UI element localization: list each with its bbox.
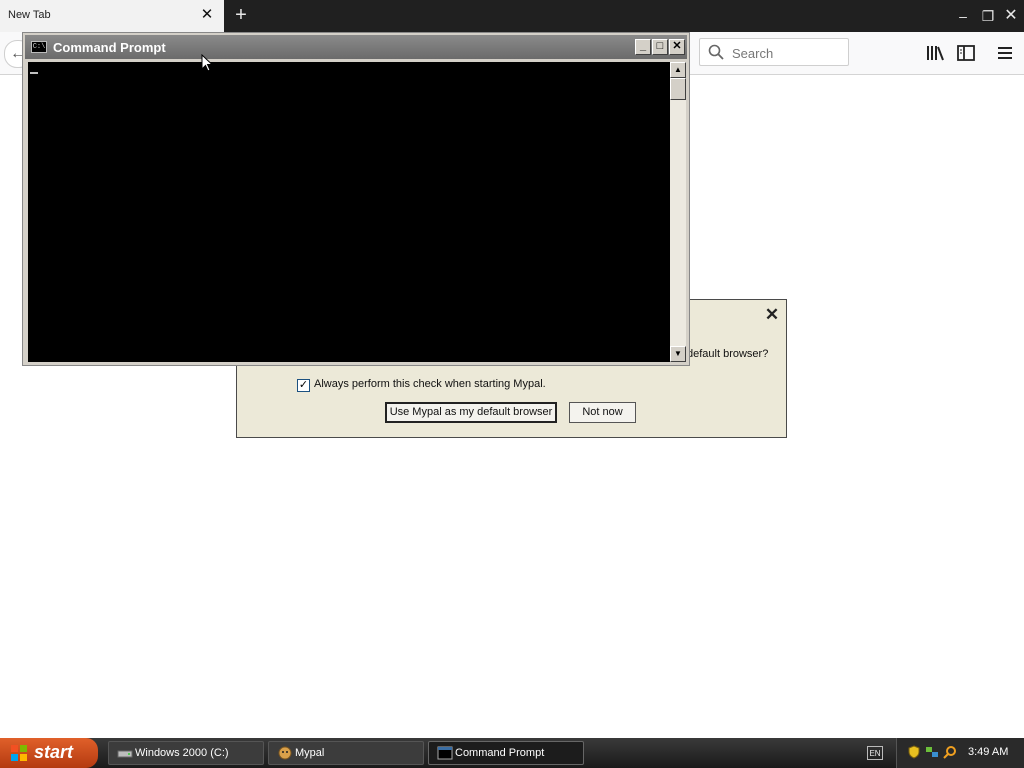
tab-new-tab[interactable]: New Tab ✕ bbox=[0, 0, 224, 32]
sidebar-icon[interactable] bbox=[955, 42, 977, 64]
cmd-scrollbar[interactable]: ▲ ▼ bbox=[670, 62, 686, 362]
cmd-console[interactable] bbox=[28, 62, 670, 362]
text-cursor bbox=[30, 72, 38, 74]
tab-close-icon[interactable]: ✕ bbox=[198, 6, 216, 24]
browser-minimize-button[interactable]: – bbox=[952, 6, 974, 26]
system-tray: 3:49 AM bbox=[896, 738, 1024, 768]
tab-title: New Tab bbox=[8, 9, 51, 21]
cmd-app-icon[interactable]: C:\ bbox=[31, 41, 47, 53]
cmd-titlebar[interactable]: C:\ Command Prompt _ □ ✕ bbox=[25, 35, 687, 59]
set-default-browser-button[interactable]: Use Mypal as my default browser bbox=[385, 402, 557, 423]
cmd-title: Command Prompt bbox=[53, 40, 166, 55]
search-box[interactable] bbox=[699, 38, 849, 66]
cmd-minimize-button[interactable]: _ bbox=[635, 39, 651, 55]
scroll-down-button[interactable]: ▼ bbox=[670, 346, 686, 362]
always-check-checkbox[interactable]: ✓ bbox=[297, 379, 310, 392]
task-label: Mypal bbox=[295, 747, 325, 759]
start-button[interactable]: start bbox=[0, 738, 98, 768]
browser-close-button[interactable]: ✕ bbox=[1000, 6, 1022, 26]
windows-logo-icon bbox=[11, 745, 27, 761]
task-command-prompt[interactable]: Command Prompt bbox=[428, 741, 584, 765]
task-label: Command Prompt bbox=[455, 747, 545, 759]
clock[interactable]: 3:49 AM bbox=[968, 746, 1008, 758]
cmd-close-button[interactable]: ✕ bbox=[669, 39, 685, 55]
search-icon bbox=[708, 44, 724, 60]
mouse-pointer-icon bbox=[201, 54, 213, 72]
dialog-question-text: default browser? bbox=[687, 348, 769, 360]
new-tab-button[interactable]: + bbox=[230, 4, 252, 26]
mypal-icon bbox=[278, 746, 292, 760]
security-shield-icon[interactable] bbox=[907, 745, 921, 759]
always-check-label[interactable]: Always perform this check when starting … bbox=[314, 378, 546, 390]
cmd-icon bbox=[437, 746, 453, 760]
library-icon[interactable] bbox=[924, 42, 946, 64]
menu-icon[interactable] bbox=[994, 42, 1016, 64]
cmd-maximize-button[interactable]: □ bbox=[652, 39, 668, 55]
search-input[interactable] bbox=[730, 42, 846, 64]
network-icon[interactable] bbox=[925, 745, 939, 759]
command-prompt-window[interactable]: C:\ Command Prompt _ □ ✕ ▲ ▼ bbox=[22, 32, 690, 366]
task-mypal[interactable]: Mypal bbox=[268, 741, 424, 765]
scroll-up-button[interactable]: ▲ bbox=[670, 62, 686, 78]
dialog-close-icon[interactable]: ✕ bbox=[761, 304, 783, 326]
taskbar: start Windows 2000 (C:) Mypal Command Pr… bbox=[0, 738, 1024, 768]
language-indicator[interactable]: EN bbox=[867, 746, 883, 760]
browser-tab-bar: New Tab ✕ + – ❐ ✕ bbox=[0, 0, 1024, 32]
start-label: start bbox=[34, 742, 74, 762]
scroll-thumb[interactable] bbox=[670, 78, 686, 100]
drive-icon bbox=[117, 750, 133, 758]
task-windows-2000[interactable]: Windows 2000 (C:) bbox=[108, 741, 264, 765]
search-tray-icon[interactable] bbox=[943, 745, 957, 759]
task-label: Windows 2000 (C:) bbox=[135, 747, 229, 759]
not-now-button[interactable]: Not now bbox=[569, 402, 636, 423]
browser-restore-button[interactable]: ❐ bbox=[977, 6, 999, 26]
